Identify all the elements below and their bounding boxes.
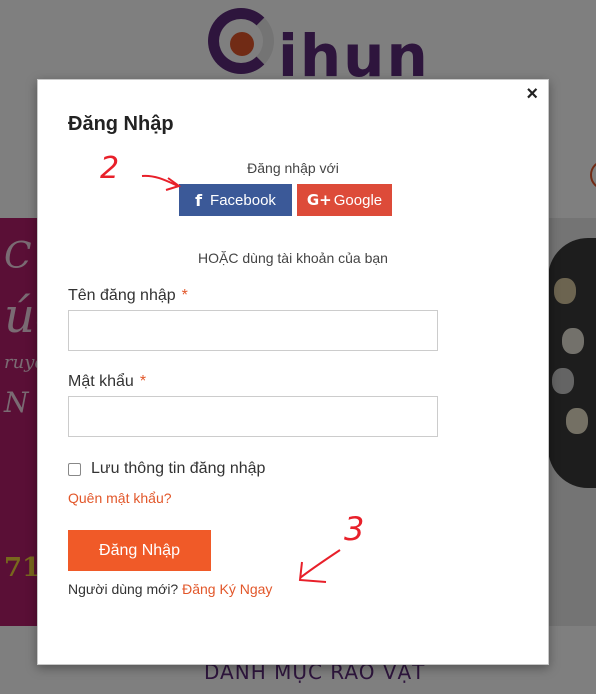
modal-title: Đăng Nhập [68,113,174,135]
login-submit-button[interactable]: Đăng Nhập [68,530,211,571]
facebook-icon: f [195,190,203,210]
register-prompt-text: Người dùng mới? [68,581,179,597]
forgot-password-link[interactable]: Quên mật khẩu? [68,490,172,506]
google-login-button[interactable]: G+ Google [297,184,392,216]
or-separator-text: HOẶC dùng tài khoản của bạn [198,250,388,266]
required-mark: * [181,287,188,304]
close-icon[interactable]: × [526,84,538,104]
username-label-text: Tên đăng nhập [68,287,176,304]
password-label: Mật khẩu * [68,373,146,391]
facebook-login-button[interactable]: f Facebook [179,184,292,216]
remember-me-label[interactable]: Lưu thông tin đăng nhập [91,460,265,478]
password-label-text: Mật khẩu [68,373,134,390]
facebook-label: Facebook [210,191,276,209]
social-login-buttons: f Facebook G+ Google [179,184,392,216]
social-login-title: Đăng nhập với [247,160,339,176]
username-label: Tên đăng nhập * [68,287,188,305]
login-modal: × Đăng Nhập Đăng nhập với f Facebook G+ … [37,79,549,665]
google-label: Google [333,191,383,209]
password-input[interactable] [68,396,438,437]
required-mark: * [139,373,147,390]
google-plus-icon: G+ [306,191,332,209]
remember-me-row: Lưu thông tin đăng nhập [68,460,265,478]
register-prompt: Người dùng mới? Đăng Ký Ngay [68,581,272,597]
remember-me-checkbox[interactable] [68,462,81,476]
username-input[interactable] [68,310,438,351]
register-link[interactable]: Đăng Ký Ngay [182,581,272,597]
